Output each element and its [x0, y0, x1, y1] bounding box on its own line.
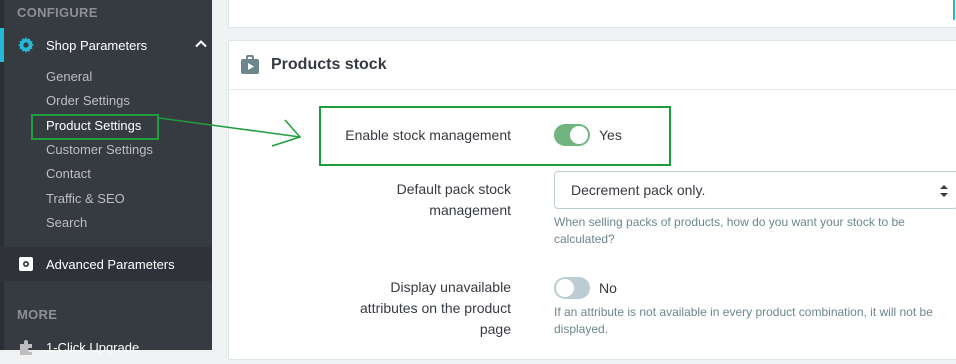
main-content: Products stock Enable stock management Y…: [212, 0, 956, 360]
cog-box-icon: [17, 255, 35, 273]
pack-stock-label-line2: management: [429, 202, 511, 218]
nav-shop-parameters-label: Shop Parameters: [46, 37, 148, 53]
unavailable-attrs-help: If an attribute is not available in ever…: [554, 305, 933, 336]
pack-stock-selected: Decrement pack only.: [571, 182, 706, 198]
sub-item-search[interactable]: Search: [46, 215, 87, 230]
scroll-indicator: [953, 0, 955, 20]
section-title-more: MORE: [17, 307, 58, 322]
sub-item-contact[interactable]: Contact: [46, 166, 91, 181]
nav-one-click-upgrade-label: 1-Click Upgrade: [46, 339, 140, 355]
unavailable-attrs-label-line2: attributes on the product: [360, 300, 511, 316]
nav-one-click-upgrade[interactable]: 1-Click Upgrade: [0, 330, 212, 364]
chevron-up-icon[interactable]: [194, 37, 208, 51]
unavailable-attrs-value: No: [599, 280, 617, 296]
puzzle-icon: [17, 338, 35, 356]
sidebar: CONFIGURE Shop Parameters General Order …: [0, 0, 212, 355]
previous-panel: [228, 0, 956, 28]
panel-header: Products stock: [229, 41, 956, 90]
toggle-knob: [556, 279, 574, 297]
products-stock-icon: [241, 55, 259, 74]
sub-item-general[interactable]: General: [46, 69, 92, 84]
panel-title: Products stock: [271, 56, 387, 73]
pack-stock-help: When selling packs of products, how do y…: [554, 215, 905, 246]
pack-stock-label-line1: Default pack stock: [396, 181, 511, 197]
unavailable-attrs-label: Display unavailable attributes on the pr…: [360, 277, 511, 340]
pack-stock-select[interactable]: Decrement pack only.: [554, 171, 956, 209]
select-arrows-icon: [940, 185, 948, 197]
pack-stock-label: Default pack stock management: [397, 179, 511, 221]
section-title-configure: CONFIGURE: [17, 5, 98, 20]
products-stock-panel: Products stock Enable stock management Y…: [228, 40, 956, 360]
sub-item-order-settings[interactable]: Order Settings: [46, 93, 130, 108]
unavailable-attrs-label-line1: Display unavailable: [390, 279, 511, 295]
unavailable-attrs-toggle[interactable]: [554, 277, 590, 299]
gear-icon: [17, 36, 35, 54]
unavailable-attrs-label-line3: page: [479, 321, 511, 337]
sub-item-customer-settings[interactable]: Customer Settings: [46, 142, 153, 157]
nav-advanced-parameters-label: Advanced Parameters: [46, 256, 175, 272]
sub-item-traffic-seo[interactable]: Traffic & SEO: [46, 191, 125, 206]
nav-shop-parameters[interactable]: Shop Parameters: [0, 28, 216, 62]
annotation-product-settings-box: [31, 114, 159, 140]
nav-advanced-parameters[interactable]: Advanced Parameters: [0, 247, 212, 281]
annotation-enable-stock-box: [319, 106, 671, 166]
